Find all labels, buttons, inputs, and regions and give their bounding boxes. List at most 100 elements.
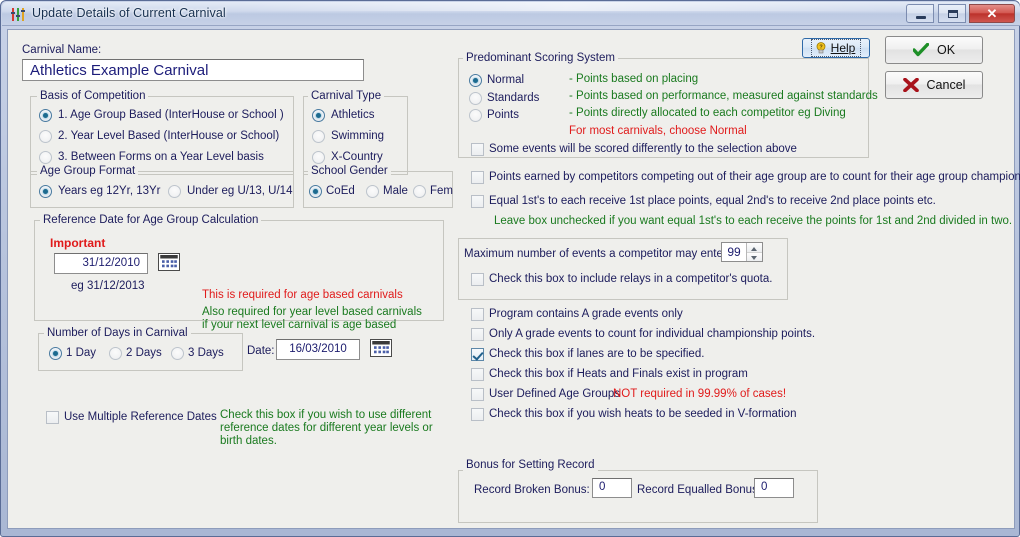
- reference-date-input[interactable]: 31/12/2010: [54, 253, 148, 274]
- record-broken-bonus-value: 0: [599, 481, 606, 494]
- user-defined-age-groups-label: User Defined Age Groups: [489, 388, 621, 400]
- bonus-title: Bonus for Setting Record: [463, 459, 598, 471]
- window-title: Update Details of Current Carnival: [32, 6, 226, 20]
- reference-date-hint-red: This is required for age based carnivals: [202, 289, 403, 301]
- stepper-down-icon[interactable]: [747, 252, 762, 261]
- basis-of-competition-title: Basis of Competition: [37, 90, 149, 102]
- scoring-label-points: Points: [487, 109, 519, 121]
- radio-days-2[interactable]: [109, 347, 122, 360]
- checkbox-v-formation-seeding[interactable]: [471, 408, 484, 421]
- record-broken-bonus-input[interactable]: 0: [592, 478, 632, 498]
- user-defined-age-groups-note: NOT required in 99.99% of cases!: [613, 388, 787, 400]
- carnival-date-label: Date:: [247, 345, 275, 357]
- close-icon: ✕: [986, 6, 998, 21]
- help-button-label: Help: [830, 41, 856, 55]
- equal-places-hint: Leave box unchecked if you want equal 1s…: [494, 215, 1013, 227]
- radio-gender-fem[interactable]: [413, 185, 426, 198]
- radio-type-athletics[interactable]: [312, 109, 325, 122]
- record-equalled-bonus-label: Record Equalled Bonus:: [637, 484, 762, 496]
- radio-type-swimming[interactable]: [312, 130, 325, 143]
- multiple-ref-hint-3: birth dates.: [220, 435, 277, 447]
- radio-scoring-points[interactable]: [469, 109, 482, 122]
- radio-basis-between-forms[interactable]: [39, 151, 52, 164]
- checkbox-scored-differently[interactable]: [471, 143, 484, 156]
- carnival-date-input[interactable]: 16/03/2010: [276, 339, 360, 360]
- maximize-button[interactable]: [937, 4, 966, 23]
- checkbox-a-grade-only[interactable]: [471, 308, 484, 321]
- multiple-reference-dates-label: Use Multiple Reference Dates: [64, 411, 217, 423]
- scoring-system-title: Predominant Scoring System: [463, 52, 618, 64]
- radio-type-xcountry[interactable]: [312, 151, 325, 164]
- heats-and-finals-label: Check this box if Heats and Finals exist…: [489, 368, 748, 380]
- carnival-type-label-1: Athletics: [331, 109, 375, 121]
- close-button[interactable]: ✕: [969, 4, 1015, 23]
- radio-format-under[interactable]: [168, 185, 181, 198]
- scoring-label-normal: Normal: [487, 74, 525, 86]
- stepper-up-icon[interactable]: [747, 243, 762, 253]
- scoring-desc-standards: - Points based on performance, measured …: [569, 90, 878, 102]
- basis-option-label-2: 2. Year Level Based (InterHouse or Schoo…: [58, 130, 280, 142]
- radio-scoring-standards[interactable]: [469, 92, 482, 105]
- record-equalled-bonus-input[interactable]: 0: [754, 478, 794, 498]
- scoring-label-standards: Standards: [487, 92, 540, 104]
- checkbox-multiple-reference-dates[interactable]: [46, 411, 59, 424]
- carnival-name-input[interactable]: Athletics Example Carnival: [22, 59, 364, 81]
- school-gender-label-2: Male: [383, 185, 408, 197]
- carnival-date-value: 16/03/2010: [289, 342, 347, 355]
- checkbox-include-relays[interactable]: [471, 273, 484, 286]
- include-relays-label: Check this box to include relays in a co…: [489, 273, 773, 285]
- number-of-days-title: Number of Days in Carnival: [44, 327, 191, 339]
- basis-option-label-1: 1. Age Group Based (InterHouse or School…: [58, 109, 284, 121]
- lanes-specified-label: Check this box if lanes are to be specif…: [489, 348, 705, 360]
- checkbox-lanes-specified[interactable]: [471, 348, 484, 361]
- checkbox-a-grade-championship-points[interactable]: [471, 328, 484, 341]
- scored-differently-label: Some events will be scored differently t…: [489, 143, 797, 155]
- checkmark-icon: [912, 43, 929, 57]
- help-icon: ?: [815, 41, 827, 55]
- scoring-desc-normal: - Points based on placing: [569, 73, 699, 85]
- reference-date-title: Reference Date for Age Group Calculation: [40, 214, 262, 226]
- radio-basis-age-group[interactable]: [39, 109, 52, 122]
- radio-days-1[interactable]: [49, 347, 62, 360]
- stepper-arrows[interactable]: [746, 243, 762, 261]
- out-of-age-group-points-label: Points earned by competitors competing o…: [489, 171, 1020, 183]
- carnival-type-label-2: Swimming: [331, 130, 385, 142]
- important-label: Important: [50, 236, 106, 250]
- radio-basis-year-level[interactable]: [39, 130, 52, 143]
- checkbox-heats-and-finals[interactable]: [471, 368, 484, 381]
- a-grade-only-label: Program contains A grade events only: [489, 308, 683, 320]
- scoring-advice: For most carnivals, choose Normal: [569, 125, 747, 137]
- reference-date-calendar-icon[interactable]: [158, 253, 180, 271]
- dialog-client-area: Carnival Name: Athletics Example Carniva…: [7, 29, 1020, 529]
- age-format-label-1: Years eg 12Yr, 13Yr: [58, 185, 161, 197]
- multiple-ref-hint-1: Check this box if you wish to use differ…: [220, 409, 432, 421]
- school-gender-title: School Gender: [308, 165, 391, 177]
- checkbox-out-of-age-group-points[interactable]: [471, 171, 484, 184]
- reference-date-hint-green-2: if your next level carnival is age based: [202, 319, 397, 331]
- minimize-button[interactable]: [906, 4, 935, 23]
- radio-days-3[interactable]: [171, 347, 184, 360]
- cancel-button[interactable]: Cancel: [885, 71, 983, 99]
- cross-icon: [902, 78, 919, 92]
- reference-date-example: eg 31/12/2013: [71, 280, 145, 292]
- title-bar: Update Details of Current Carnival ✕: [2, 2, 1020, 26]
- radio-gender-male[interactable]: [366, 185, 379, 198]
- reference-date-hint-green-1: Also required for year level based carni…: [202, 306, 422, 318]
- radio-gender-coed[interactable]: [309, 185, 322, 198]
- days-label-3: 3 Days: [188, 347, 224, 359]
- max-events-stepper[interactable]: 99: [721, 242, 763, 262]
- application-window: Update Details of Current Carnival ✕ Car…: [0, 0, 1020, 537]
- radio-scoring-normal[interactable]: [469, 74, 482, 87]
- age-group-format-title: Age Group Format: [37, 165, 139, 177]
- ok-button[interactable]: OK: [885, 36, 983, 64]
- school-gender-label-3: Fem: [430, 185, 453, 197]
- help-button[interactable]: ? Help: [802, 38, 870, 58]
- multiple-ref-hint-2: reference dates for different year level…: [220, 422, 433, 434]
- carnival-name-value: Athletics Example Carnival: [30, 61, 209, 79]
- carnival-date-calendar-icon[interactable]: [370, 339, 392, 357]
- scoring-desc-points: - Points directly allocated to each comp…: [569, 107, 846, 119]
- max-events-value: 99: [727, 245, 741, 259]
- radio-format-years[interactable]: [39, 185, 52, 198]
- checkbox-user-defined-age-groups[interactable]: [471, 388, 484, 401]
- checkbox-equal-places-points[interactable]: [471, 195, 484, 208]
